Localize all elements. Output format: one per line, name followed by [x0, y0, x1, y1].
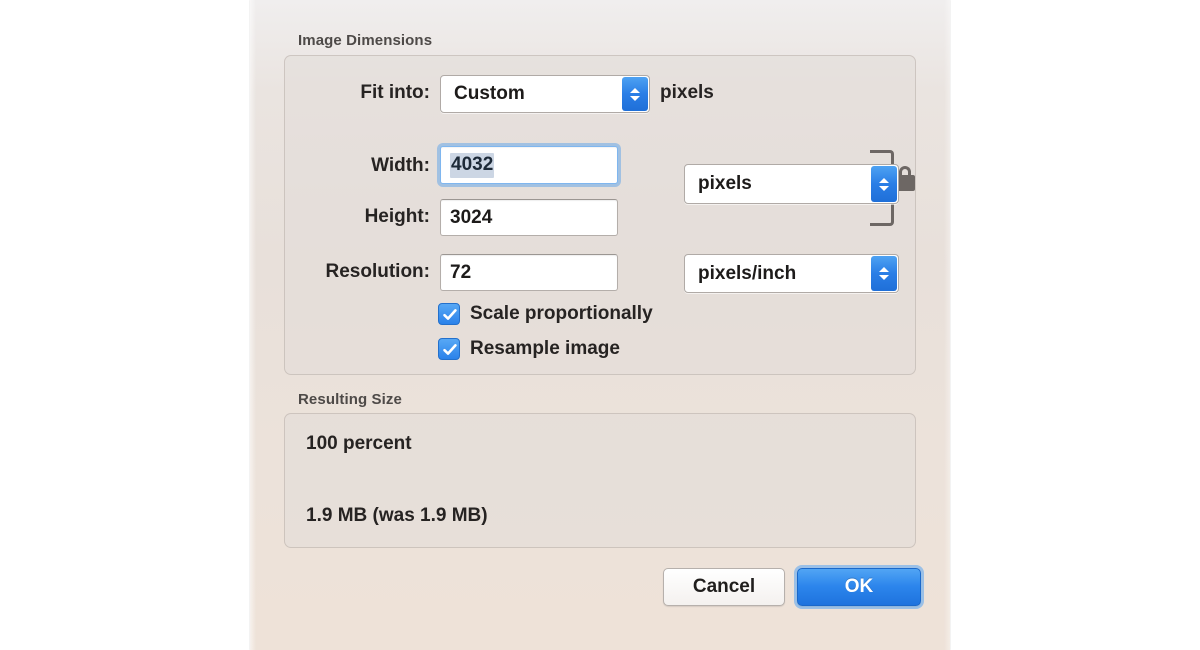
width-label: Width: [371, 155, 430, 176]
resolution-value: 72 [450, 261, 472, 283]
fit-into-label: Fit into: [360, 82, 430, 103]
resolution-label: Resolution: [325, 261, 431, 282]
ok-button[interactable]: OK [797, 568, 921, 606]
height-value: 3024 [450, 206, 493, 228]
resample-image-label: Resample image [470, 338, 620, 359]
height-input[interactable]: 3024 [440, 199, 618, 236]
width-input[interactable]: 4032 [440, 146, 618, 184]
screen: Image Dimensions Fit into: Custom pixels… [0, 0, 1200, 650]
resulting-percent: 100 percent [306, 433, 412, 454]
height-label: Height: [364, 206, 430, 227]
checkmark-icon[interactable] [438, 303, 460, 325]
dimension-units-stepper-icon[interactable] [871, 166, 897, 202]
scale-proportionally-label: Scale proportionally [470, 303, 653, 324]
width-value: 4032 [450, 152, 495, 178]
fit-into-select[interactable]: Custom [440, 75, 650, 113]
resulting-file-size: 1.9 MB (was 1.9 MB) [306, 505, 488, 526]
fit-into-stepper-icon[interactable] [622, 77, 648, 111]
cancel-button[interactable]: Cancel [663, 568, 785, 606]
resolution-units-value: pixels/inch [698, 262, 797, 284]
scale-proportionally-checkbox-row[interactable]: Scale proportionally [438, 303, 653, 325]
dimension-units-value: pixels [698, 173, 752, 194]
resolution-units-stepper-icon[interactable] [871, 256, 897, 291]
adjust-size-dialog: Image Dimensions Fit into: Custom pixels… [250, 0, 950, 650]
image-dimensions-caption: Image Dimensions [298, 32, 433, 49]
checkmark-icon[interactable] [438, 338, 460, 360]
fit-into-value: Custom [454, 83, 525, 104]
resolution-input[interactable]: 72 [440, 254, 618, 291]
resample-image-checkbox-row[interactable]: Resample image [438, 338, 620, 360]
resulting-size-caption: Resulting Size [298, 391, 402, 408]
dimension-units-select[interactable]: pixels [684, 164, 899, 204]
fit-into-unit-label: pixels [660, 82, 714, 103]
resolution-units-select[interactable]: pixels/inch [684, 254, 899, 293]
